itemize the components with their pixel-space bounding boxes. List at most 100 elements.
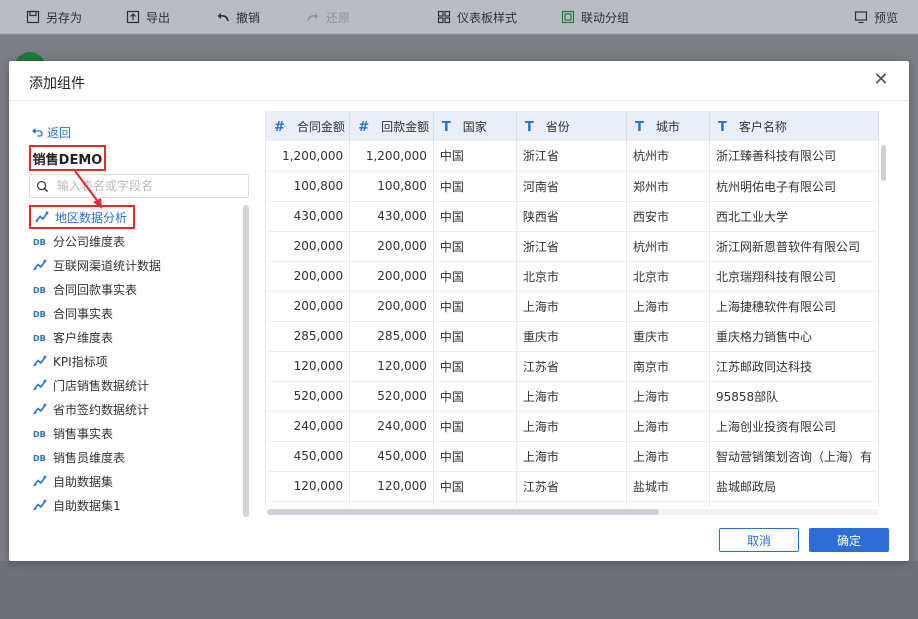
linked-groups-button[interactable]: 联动分组 xyxy=(561,0,629,34)
table-cell: 杭州市 xyxy=(626,141,710,172)
table-cell xyxy=(516,501,627,507)
back-link[interactable]: 返回 xyxy=(31,124,71,141)
column-header[interactable]: T 客户名称 xyxy=(709,111,879,141)
confirm-button[interactable]: 确定 xyxy=(809,528,889,552)
table-cell: 中国 xyxy=(433,141,517,172)
column-header-label: 客户名称 xyxy=(738,119,787,134)
cancel-button[interactable]: 取消 xyxy=(719,528,799,552)
text-type-icon: T xyxy=(634,119,644,135)
table-cell: 上海市 xyxy=(626,291,710,322)
table-cell: 520,000 xyxy=(349,381,434,412)
column-header[interactable]: T 城市 xyxy=(626,111,710,141)
table-list-scrollbar[interactable] xyxy=(243,205,249,517)
table-row: 430,000 430,000 中国 陕西省 西安市 西北工业大学 xyxy=(266,201,879,232)
table-cell: 450,000 xyxy=(349,441,434,472)
analysis-icon xyxy=(33,498,47,512)
table-item[interactable]: DB 分公司维度表 xyxy=(29,229,125,253)
table-item[interactable]: DB 合同事实表 xyxy=(29,301,113,325)
export-icon xyxy=(126,10,140,24)
table-cell: 中国 xyxy=(433,351,517,382)
table-cell: 河南省 xyxy=(516,171,627,202)
table-item-label: KPI指标项 xyxy=(53,354,108,369)
table-cell: 上海市 xyxy=(516,291,627,322)
dialog-title: 添加组件 xyxy=(29,76,85,92)
table-cell: 北京瑞翔科技有限公司 xyxy=(709,261,879,292)
db-table-icon: DB xyxy=(33,282,47,296)
table-item[interactable]: KPI指标项 xyxy=(29,349,108,373)
table-cell: 上海市 xyxy=(516,381,627,412)
preview-button[interactable]: 预览 xyxy=(854,0,898,34)
close-icon[interactable]: ✕ xyxy=(873,71,889,89)
grid-vertical-scrollbar[interactable] xyxy=(881,145,886,181)
table-item-label: 省市签约数据统计 xyxy=(53,402,150,417)
undo-icon xyxy=(216,10,230,24)
export-button[interactable]: 导出 xyxy=(126,0,170,34)
table-item[interactable]: DB 销售事实表 xyxy=(29,421,113,445)
svg-text:DB: DB xyxy=(33,334,46,343)
data-preview-grid: # 合同金额 # 回款金额 T 国家 T 省份 T 城市 T 客户名称 1,200,000 1,200,… xyxy=(265,111,879,507)
table-cell: 240,000 xyxy=(349,411,434,442)
numeric-type-icon: # xyxy=(358,119,370,135)
analysis-icon xyxy=(33,474,47,488)
table-cell: 上海创业投资有限公司 xyxy=(709,411,879,442)
table-item[interactable]: 互联网渠道统计数据 xyxy=(29,253,161,277)
grid-horizontal-scrollbar[interactable] xyxy=(267,509,659,515)
table-row: 285,000 285,000 中国 重庆市 重庆市 重庆格力销售中心 xyxy=(266,321,879,352)
undo-button[interactable]: 撤销 xyxy=(216,0,260,34)
table-cell: 430,000 xyxy=(266,201,351,232)
table-item[interactable]: 门店销售数据统计 xyxy=(29,373,149,397)
search-field[interactable] xyxy=(29,174,249,198)
table-cell: 陕西省 xyxy=(516,201,627,232)
svg-text:DB: DB xyxy=(33,454,46,463)
preview-label: 预览 xyxy=(874,10,899,25)
redo-button[interactable]: 还原 xyxy=(306,0,350,34)
table-item[interactable]: DB 客户维度表 xyxy=(29,325,113,349)
save-as-label: 另存为 xyxy=(46,10,83,25)
table-item-label: 合同事实表 xyxy=(53,306,114,321)
table-item[interactable]: 自助数据集1 xyxy=(29,493,121,517)
table-cell: 200,000 xyxy=(266,291,351,322)
table-item[interactable]: 省市签约数据统计 xyxy=(29,397,149,421)
text-type-icon: T xyxy=(524,119,534,135)
column-header[interactable]: T 省份 xyxy=(516,111,627,141)
table-cell: 200,000 xyxy=(349,231,434,262)
column-header-label: 城市 xyxy=(655,119,680,134)
package-title: 销售DEMO xyxy=(29,145,106,171)
column-header[interactable]: # 合同金额 xyxy=(266,111,351,141)
table-item-label: 门店销售数据统计 xyxy=(53,378,150,393)
table-cell: 中国 xyxy=(433,321,517,352)
table-cell: 上海市 xyxy=(626,381,710,412)
table-cell xyxy=(709,501,879,507)
table-item-label: 合同回款事实表 xyxy=(53,282,138,297)
db-table-icon: DB xyxy=(33,330,47,344)
analysis-icon xyxy=(33,258,47,272)
numeric-type-icon: # xyxy=(274,119,285,135)
analysis-icon xyxy=(35,210,49,224)
dashboard-style-button[interactable]: 仪表板样式 xyxy=(437,0,517,34)
table-row xyxy=(266,501,879,507)
save-as-button[interactable]: 另存为 xyxy=(26,0,82,34)
table-cell: 江苏省 xyxy=(516,471,627,502)
table-item-label: 销售事实表 xyxy=(53,426,114,441)
column-header-label: 国家 xyxy=(462,119,487,134)
table-cell: 上海市 xyxy=(626,411,710,442)
column-header[interactable]: T 国家 xyxy=(433,111,517,141)
table-cell: 285,000 xyxy=(266,321,351,352)
table-cell: 430,000 xyxy=(349,201,434,232)
table-cell: 100,800 xyxy=(266,171,351,202)
svg-text:DB: DB xyxy=(33,286,46,295)
table-item[interactable]: DB 合同回款事实表 xyxy=(29,277,137,301)
table-cell: 100,800 xyxy=(349,171,434,202)
undo-label: 撤销 xyxy=(236,10,261,25)
table-row: 200,000 200,000 中国 北京市 北京市 北京瑞翔科技有限公司 xyxy=(266,261,879,292)
table-item[interactable]: DB 销售员维度表 xyxy=(29,445,125,469)
analysis-icon xyxy=(33,354,47,368)
redo-label: 还原 xyxy=(326,10,351,25)
table-cell: 520,000 xyxy=(266,381,351,412)
table-cell: 95858部队 xyxy=(709,381,879,412)
table-cell: 浙江省 xyxy=(516,141,627,172)
table-item[interactable]: 自助数据集 xyxy=(29,469,113,493)
table-cell: 盐城邮政局 xyxy=(709,471,879,502)
column-header[interactable]: # 回款金额 xyxy=(349,111,434,141)
table-item-label: 自助数据集 xyxy=(53,474,114,489)
